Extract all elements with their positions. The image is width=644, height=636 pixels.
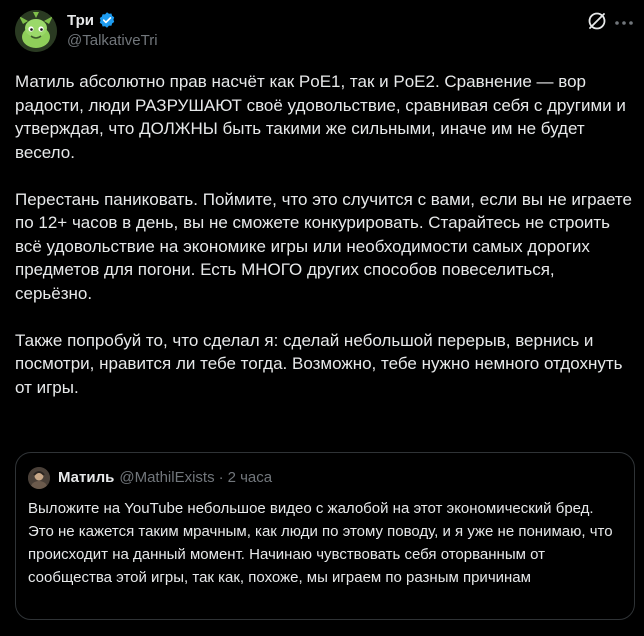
quoted-text: Выложите на YouTube небольшое видео с жа… xyxy=(28,500,613,586)
post-paragraph: Перестань паниковать. Поймите, что это с… xyxy=(15,189,632,303)
grok-button[interactable] xyxy=(586,10,608,32)
tweet: Три @TalkativeTri Матиль абсолютно прав … xyxy=(0,0,644,636)
author-avatar[interactable] xyxy=(15,10,57,52)
post-paragraph: Матиль абсолютно прав насчёт как PoE1, т… xyxy=(15,72,626,162)
quoted-separator: · xyxy=(218,469,224,486)
post-body: Матиль абсолютно прав насчёт как PoE1, т… xyxy=(15,70,635,423)
quoted-author-avatar[interactable] xyxy=(28,467,50,489)
author-display-name[interactable]: Три xyxy=(67,12,94,29)
quoted-timestamp[interactable]: 2 часа xyxy=(228,469,273,486)
more-icon xyxy=(615,21,633,25)
dinosaur-avatar-icon xyxy=(15,10,57,52)
quoted-handle[interactable]: @MathilExists xyxy=(119,469,214,486)
quoted-avatar-icon xyxy=(28,467,50,489)
more-options-button[interactable] xyxy=(613,12,635,34)
post-paragraph: Также попробуй то, что сделал я: сделай … xyxy=(15,330,623,397)
quoted-post[interactable]: Матиль @MathilExists · 2 часа Выложите н… xyxy=(15,452,635,620)
quoted-display-name[interactable]: Матиль xyxy=(58,469,114,486)
grok-icon xyxy=(588,12,606,30)
author-handle[interactable]: @TalkativeTri xyxy=(67,32,158,49)
verified-badge-icon xyxy=(99,12,115,28)
author-name-row: Три xyxy=(67,10,116,30)
quoted-header: Матиль @MathilExists · 2 часа xyxy=(58,469,272,486)
